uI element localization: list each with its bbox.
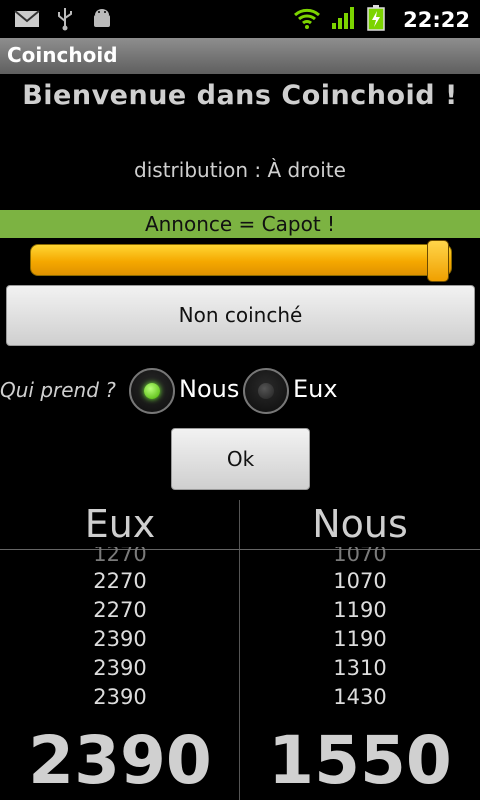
status-bar: 22:22 (0, 0, 480, 38)
list-item: 1430 (333, 685, 387, 709)
android-debug-icon (90, 7, 114, 35)
title-bar: Coinchoid (0, 38, 480, 74)
radio-eux[interactable] (243, 368, 289, 414)
list-item: 2390 (93, 627, 147, 651)
gmail-icon (14, 9, 40, 33)
total-eux: 2390 (28, 722, 212, 799)
distribution-text: distribution : À droite (134, 158, 346, 182)
usb-icon (56, 7, 74, 35)
list-item: 1190 (333, 598, 387, 622)
list-item: 2270 (93, 569, 147, 593)
coinche-button[interactable]: Non coinché (6, 285, 475, 346)
list-item: 2390 (93, 656, 147, 680)
battery-charging-icon (367, 5, 385, 35)
total-nous: 1550 (268, 722, 452, 799)
score-history-nous[interactable]: 1070 1070 1190 1190 1310 1430 (240, 547, 480, 717)
list-item: 2270 (93, 598, 147, 622)
annonce-banner: Annonce = Capot ! (0, 210, 480, 238)
annonce-slider[interactable] (30, 244, 452, 276)
list-item: 1270 (93, 547, 147, 566)
qui-prend-label: Qui prend ? (0, 378, 116, 402)
slider-thumb[interactable] (427, 240, 449, 282)
clock: 22:22 (403, 8, 470, 32)
radio-nous-label[interactable]: Nous (179, 375, 239, 403)
radio-eux-label[interactable]: Eux (293, 375, 338, 403)
list-item: 1070 (333, 569, 387, 593)
wifi-icon (293, 6, 321, 34)
column-header-nous: Nous (312, 502, 408, 546)
list-item: 2390 (93, 685, 147, 709)
score-history-eux[interactable]: 1270 2270 2270 2390 2390 2390 (0, 547, 240, 717)
list-item: 1190 (333, 627, 387, 651)
app-title: Coinchoid (7, 43, 118, 67)
list-item: 1070 (333, 547, 387, 566)
welcome-heading: Bienvenue dans Coinchoid ! (22, 80, 458, 111)
ok-button[interactable]: Ok (171, 428, 310, 490)
signal-icon (331, 6, 357, 34)
list-item: 1310 (333, 656, 387, 680)
radio-selected-dot (144, 383, 160, 399)
column-header-eux: Eux (84, 502, 156, 546)
radio-nous[interactable] (129, 368, 175, 414)
radio-unselected-dot (258, 383, 274, 399)
